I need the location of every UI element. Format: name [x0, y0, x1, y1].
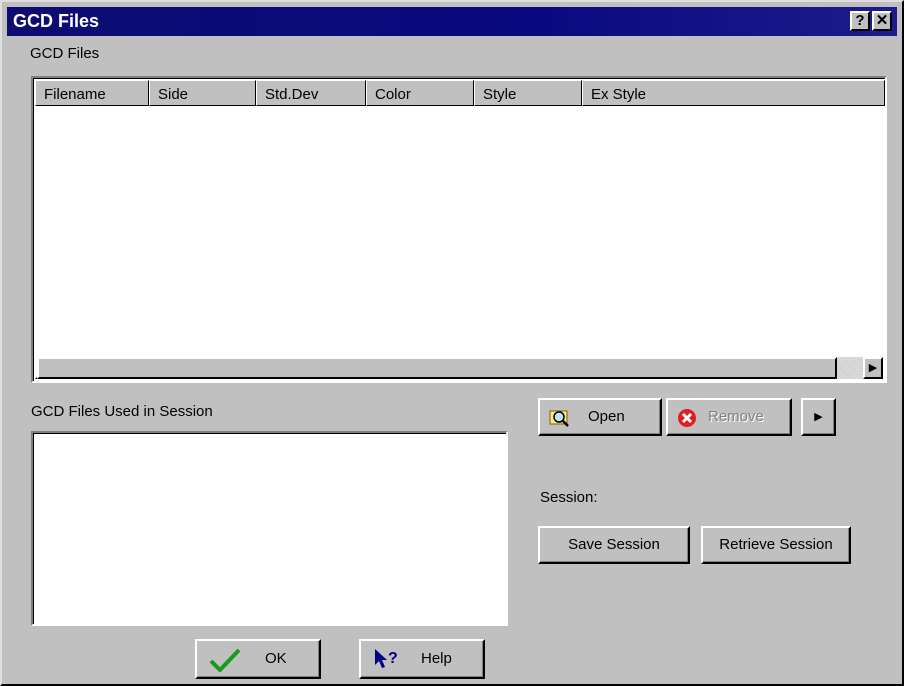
remove-button[interactable]: Remove [666, 398, 792, 436]
column-header-color[interactable]: Color [366, 80, 474, 106]
title-bar[interactable]: GCD Files ? ✕ [7, 7, 897, 36]
open-button[interactable]: Open [538, 398, 662, 436]
help-title-button[interactable]: ? [850, 11, 870, 31]
ok-label: OK [265, 650, 287, 667]
remove-x-icon [678, 409, 696, 427]
arrow-right-icon: ▶ [868, 361, 878, 374]
open-file-magnifier-icon [549, 410, 569, 427]
save-session-button[interactable]: Save Session [538, 526, 690, 564]
horizontal-scrollbar[interactable]: ◀ ▶ [35, 357, 883, 379]
ok-button[interactable]: OK [195, 639, 321, 679]
arrow-right-icon: ▶ [814, 410, 823, 423]
session-label: Session: [540, 489, 598, 506]
checkmark-icon [209, 648, 241, 672]
column-header-ex-style[interactable]: Ex Style [582, 80, 885, 106]
session-files-list[interactable] [31, 431, 508, 626]
close-button[interactable]: ✕ [872, 11, 892, 31]
scroll-thumb[interactable] [37, 357, 837, 379]
close-icon: ✕ [875, 12, 889, 29]
column-header-std-dev[interactable]: Std.Dev [256, 80, 366, 106]
gcd-files-label: GCD Files [30, 45, 100, 62]
help-button[interactable]: ? Help [359, 639, 485, 679]
gcd-files-list[interactable]: Filename Side Std.Dev Color Style Ex Sty… [31, 76, 887, 383]
scroll-right-button[interactable]: ▶ [863, 357, 883, 379]
gcd-files-dialog: GCD Files ? ✕ GCD Files Filename Side St… [0, 0, 904, 686]
more-options-button[interactable]: ▶ [801, 398, 836, 436]
column-header-side[interactable]: Side [149, 80, 256, 106]
question-icon: ? [855, 12, 865, 29]
column-header-style[interactable]: Style [474, 80, 582, 106]
svg-text:?: ? [388, 650, 398, 667]
session-files-label: GCD Files Used in Session [31, 403, 213, 420]
open-label: Open [588, 408, 625, 425]
whats-this-help-icon: ? [375, 649, 398, 668]
save-session-label: Save Session [568, 536, 660, 553]
help-label: Help [421, 650, 452, 667]
retrieve-session-button[interactable]: Retrieve Session [701, 526, 851, 564]
window-title: GCD Files [13, 11, 100, 31]
retrieve-session-label: Retrieve Session [719, 536, 833, 553]
remove-label: Remove [708, 408, 764, 425]
column-header-filename[interactable]: Filename [35, 80, 149, 106]
